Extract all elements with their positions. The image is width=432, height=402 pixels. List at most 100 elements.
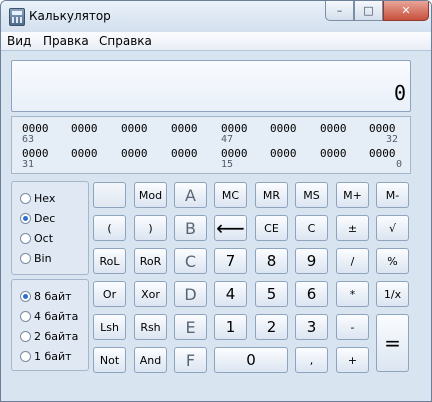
menu-help[interactable]: Справка: [99, 34, 152, 48]
digit-7-button[interactable]: 7: [214, 248, 247, 274]
title-bar: Калькулятор – □ ✕: [1, 1, 431, 32]
digit-5-button[interactable]: 5: [255, 281, 288, 307]
radio-oct[interactable]: Oct: [20, 232, 53, 245]
close-paren-button[interactable]: ): [134, 215, 167, 241]
divide-button[interactable]: /: [336, 248, 369, 274]
hex-f-button[interactable]: F: [174, 347, 207, 373]
rol-button[interactable]: RoL: [93, 248, 126, 274]
radio-button[interactable]: [20, 193, 31, 204]
minimize-button[interactable]: –: [325, 1, 354, 21]
hex-b-button[interactable]: B: [174, 215, 207, 241]
radio-dec[interactable]: Dec: [20, 212, 55, 225]
radio-button[interactable]: [20, 213, 31, 224]
bit-group: 0000: [121, 122, 148, 135]
radio-button[interactable]: [20, 233, 31, 244]
bit-display: 0000 0000 0000 0000 0000 0000 0000 0000 …: [11, 116, 411, 174]
digit-3-button[interactable]: 3: [295, 314, 328, 340]
mc-button[interactable]: MC: [214, 182, 247, 208]
close-icon: ✕: [401, 4, 411, 17]
mr-button[interactable]: MR: [255, 182, 288, 208]
display-value: 0: [393, 81, 406, 105]
maximize-icon: □: [363, 4, 374, 17]
rsh-button[interactable]: Rsh: [134, 314, 167, 340]
radio-bin[interactable]: Bin: [20, 252, 52, 265]
radio-button[interactable]: [20, 351, 31, 362]
bit-group: 0000: [71, 122, 98, 135]
percent-button[interactable]: %: [376, 248, 409, 274]
radio-button[interactable]: [20, 253, 31, 264]
bit-group: 0000: [171, 122, 198, 135]
sqrt-button[interactable]: √: [376, 215, 409, 241]
decimal-button[interactable]: ,: [295, 347, 328, 373]
radio-button[interactable]: [20, 311, 31, 322]
result-display: 0: [11, 60, 411, 112]
equals-button[interactable]: =: [376, 314, 409, 372]
reciprocal-button[interactable]: 1/x: [376, 281, 409, 307]
radio-dword[interactable]: 4 байта: [20, 310, 78, 323]
digit-1-button[interactable]: 1: [214, 314, 247, 340]
radix-panel: Hex Dec Oct Bin: [11, 181, 89, 275]
bit-group: 0000: [171, 147, 198, 160]
bit-index: 31: [22, 159, 35, 170]
bit-index: 32: [386, 134, 399, 145]
digit-9-button[interactable]: 9: [295, 248, 328, 274]
bit-index: 15: [221, 159, 234, 170]
m-plus-button[interactable]: M+: [336, 182, 369, 208]
digit-0-button[interactable]: 0: [214, 347, 288, 373]
backspace-button[interactable]: ⟵: [214, 215, 247, 241]
bit-group: 0000: [71, 147, 98, 160]
radio-button[interactable]: [20, 291, 31, 302]
plus-button[interactable]: +: [336, 347, 369, 373]
window-controls: – □ ✕: [325, 1, 429, 21]
menu-edit[interactable]: Правка: [43, 34, 89, 48]
minimize-icon: –: [336, 4, 343, 17]
hex-c-button[interactable]: C: [174, 248, 207, 274]
ror-button[interactable]: RoR: [134, 248, 167, 274]
backspace-icon: ⟵: [216, 216, 245, 240]
calculator-icon: [9, 8, 25, 26]
lsh-button[interactable]: Lsh: [93, 314, 126, 340]
bit-group: 0000: [320, 147, 347, 160]
digit-2-button[interactable]: 2: [255, 314, 288, 340]
radio-byte[interactable]: 1 байт: [20, 350, 72, 363]
multiply-button[interactable]: *: [336, 281, 369, 307]
ms-button[interactable]: MS: [295, 182, 328, 208]
xor-button[interactable]: Xor: [134, 281, 167, 307]
menu-bar: Вид Правка Справка: [1, 32, 431, 51]
radio-word[interactable]: 2 байта: [20, 330, 78, 343]
plus-minus-button[interactable]: ±: [336, 215, 369, 241]
blank-key: [93, 182, 126, 208]
bit-group: 0000: [369, 147, 396, 160]
m-minus-button[interactable]: M-: [376, 182, 409, 208]
hex-a-button[interactable]: A: [174, 182, 207, 208]
not-button[interactable]: Not: [93, 347, 126, 373]
bit-index: 47: [221, 134, 234, 145]
digit-8-button[interactable]: 8: [255, 248, 288, 274]
word-size-panel: 8 байт 4 байта 2 байта 1 байт: [11, 279, 89, 371]
bit-group: 0000: [270, 147, 297, 160]
or-button[interactable]: Or: [93, 281, 126, 307]
calculator-window: Калькулятор – □ ✕ Вид Правка Справка 0 0…: [0, 0, 432, 402]
close-button[interactable]: ✕: [383, 1, 429, 21]
open-paren-button[interactable]: (: [93, 215, 126, 241]
mod-button[interactable]: Mod: [134, 182, 167, 208]
radio-hex[interactable]: Hex: [20, 192, 55, 205]
window-title: Калькулятор: [29, 9, 111, 23]
digit-6-button[interactable]: 6: [295, 281, 328, 307]
bit-group: 0000: [270, 122, 297, 135]
bit-index: 63: [22, 134, 35, 145]
minus-button[interactable]: -: [336, 314, 369, 340]
radio-button[interactable]: [20, 331, 31, 342]
bit-group: 0000: [121, 147, 148, 160]
bit-group: 0000: [320, 122, 347, 135]
menu-view[interactable]: Вид: [7, 34, 31, 48]
hex-d-button[interactable]: D: [174, 281, 207, 307]
hex-e-button[interactable]: E: [174, 314, 207, 340]
clear-entry-button[interactable]: CE: [255, 215, 288, 241]
digit-4-button[interactable]: 4: [214, 281, 247, 307]
bit-index: 0: [396, 159, 403, 170]
and-button[interactable]: And: [134, 347, 167, 373]
maximize-button[interactable]: □: [354, 1, 383, 21]
radio-qword[interactable]: 8 байт: [20, 290, 72, 303]
clear-button[interactable]: C: [295, 215, 328, 241]
